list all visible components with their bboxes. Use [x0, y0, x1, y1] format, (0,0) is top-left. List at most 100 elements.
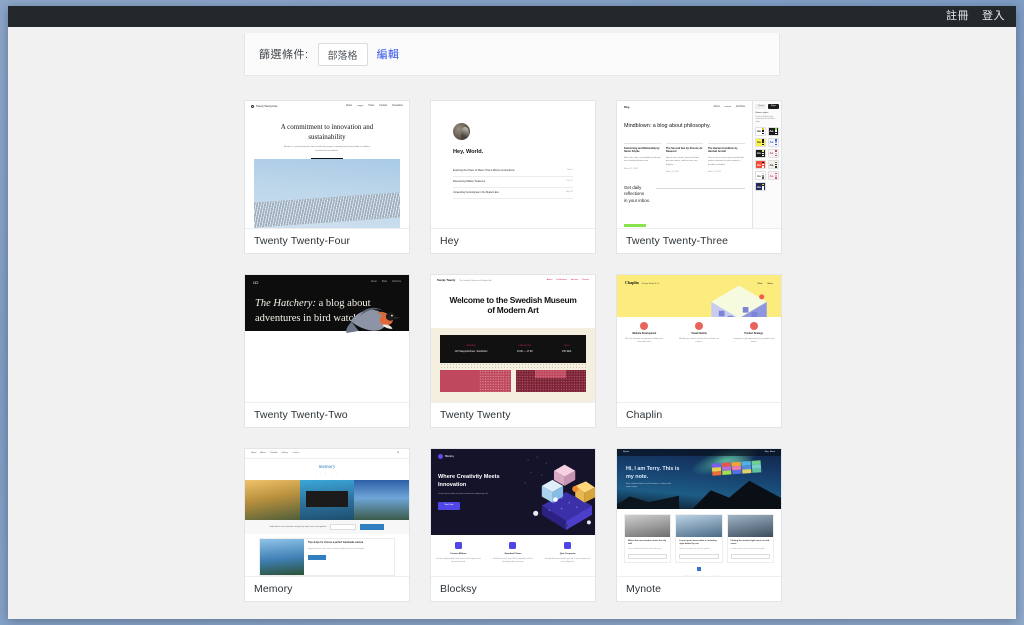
preview-social-icons: • • • • •: [315, 473, 339, 476]
style-variations-panel: Theme Styles Browse styles Choose a diff…: [751, 101, 781, 228]
filter-edit-link[interactable]: 編輯: [377, 46, 400, 62]
theme-thumbnail[interactable]: Twenty Twenty The Swedish Museum of Moder…: [431, 275, 595, 402]
filter-chip-blog[interactable]: 部落格: [317, 42, 368, 66]
preview-nav-links: About Pages Posts Contact Newsletter: [345, 105, 403, 108]
preview-chaplin: Chaplin Design Studio & Co. Work Menu We…: [617, 275, 781, 351]
panel-title: Browse styles: [755, 111, 769, 114]
preview-body: Nunc vulputate libero et velit interdum,…: [626, 483, 671, 489]
list-item: Fashioning and Rationality by Søren Krip…: [624, 142, 661, 174]
preview-blocksy: Blocksy HomeAbout TeamBlog Where Creativ…: [431, 449, 595, 576]
bird-illustration: [346, 307, 401, 333]
style-swatch[interactable]: Aa: [755, 171, 766, 181]
list-item: Visual Identity Whether you need a new br…: [677, 321, 721, 351]
preview-post-card: Tips & tips for choose a perfect handmad…: [259, 538, 395, 576]
preview-twenty-twenty-two: CO About Birds All Posts The Hatchery: a …: [245, 275, 409, 333]
preview-subscribe-button: [360, 524, 385, 531]
preview-hey: Hey, World. Exploring the Power of Music…: [431, 101, 595, 228]
style-swatch[interactable]: Aa: [768, 126, 779, 136]
preview-nav-links: About Books All Posts: [713, 106, 745, 109]
page-viewport[interactable]: 篩選條件: 部落格 編輯 Twenty Twenty-Four About Pa…: [8, 27, 1016, 619]
preview-nav-links: Home About Portfolio Gallery Contact: [251, 452, 300, 454]
style-swatch[interactable]: Aa: [755, 182, 766, 192]
theme-title: Twenty Twenty: [431, 402, 595, 427]
theme-card-twenty-twenty-two[interactable]: CO About Birds All Posts The Hatchery: a …: [244, 274, 410, 428]
panel-tab-theme: Theme: [755, 104, 767, 109]
divider: [656, 187, 745, 189]
preview-mynote: Mynote Blog About Hi, I am Terry. This i…: [617, 449, 781, 576]
list-item: Product Strategy Creating the right appro…: [732, 321, 776, 351]
preview-hero: Blocksy HomeAbout TeamBlog Where Creativ…: [431, 449, 595, 535]
theme-thumbnail[interactable]: Mynote Blog About Hi, I am Terry. This i…: [617, 449, 781, 576]
theme-card-chaplin[interactable]: Chaplin Design Studio & Co. Work Menu We…: [616, 274, 782, 428]
preview-feature-row: Custom Ribbon It is two multiple platform…: [431, 535, 595, 564]
theme-thumbnail[interactable]: CO About Birds All Posts The Hatchery: a …: [245, 275, 409, 402]
list-item: The Human Condition by Hannah Arendt Cra…: [707, 142, 745, 174]
theme-grid: Twenty Twenty-Four About Pages Posts Conta…: [244, 100, 782, 619]
theme-title: Mynote: [617, 576, 781, 601]
preview-brand: Twenty Twenty-Four: [251, 105, 277, 109]
theme-card-twenty-twenty-four[interactable]: Twenty Twenty-Four About Pages Posts Conta…: [244, 100, 410, 254]
theme-showcase-page: 篩選條件: 部落格 編輯 Twenty Twenty-Four About Pa…: [8, 27, 1016, 619]
preview-heading: Mindblown: a blog about philosophy.: [624, 123, 711, 130]
list-item: The Second Sex by Simone de Beauvoir Nam…: [665, 142, 703, 174]
preview-cta-button: Start Now: [438, 501, 460, 510]
preview-accent-bar: [624, 224, 646, 227]
preview-body-band: ADDRESS 123 Skeppsholmen, Stockholm OPEN …: [431, 328, 595, 402]
list-item: Discovering Hidden Treasures Oct 17: [453, 177, 573, 188]
theme-thumbnail[interactable]: Home About Portfolio Gallery Contact ☰ mem…: [245, 449, 409, 576]
preview-post-columns: Fashioning and Rationality by Søren Krip…: [624, 142, 745, 174]
preview-nav: Mynote Blog About: [617, 449, 781, 456]
preview-nav: Twenty Twenty-Four About Pages Posts Conta…: [245, 101, 409, 112]
theme-thumbnail[interactable]: Chaplin Design Studio & Co. Work Menu We…: [617, 275, 781, 402]
preview-card-row: Where the most modern meets the city wal…: [617, 509, 781, 563]
theme-thumbnail[interactable]: Twenty Twenty-Four About Pages Posts Conta…: [245, 101, 409, 228]
login-link[interactable]: 登入: [982, 11, 1005, 22]
style-swatch[interactable]: Aa: [768, 137, 779, 147]
preview-dot-divider: [440, 363, 586, 370]
theme-card-hey[interactable]: Hey, World. Exploring the Power of Music…: [430, 100, 596, 254]
style-swatch[interactable]: Aa: [755, 137, 766, 147]
preview-subtext: Études is a pioneering firm that seamles…: [283, 146, 371, 152]
filter-bar: 篩選條件: 部落格 編輯: [244, 33, 780, 76]
style-swatch[interactable]: Aa: [755, 160, 766, 170]
preview-photo-strip: [245, 480, 409, 521]
preview-twenty-twenty: Twenty Twenty The Swedish Museum of Moder…: [431, 275, 595, 402]
list-item: Custom Ribbon It is two multiple platform…: [435, 542, 481, 564]
preview-info-box: ADDRESS 123 Skeppsholmen, Stockholm OPEN …: [440, 335, 586, 363]
style-swatch[interactable]: Aa: [755, 148, 766, 158]
preview-memory: Home About Portfolio Gallery Contact ☰ mem…: [245, 449, 409, 576]
preview-nav: Home About Portfolio Gallery Contact ☰: [245, 449, 409, 459]
preview-newsletter-cta: Get daily reflections in your inbox.: [624, 185, 745, 204]
style-swatch[interactable]: Aa: [768, 171, 779, 181]
avatar: [453, 123, 470, 140]
theme-card-twenty-twenty-three[interactable]: Blog About Books All Posts Mindblown: a b…: [616, 100, 782, 254]
theme-card-mynote[interactable]: Mynote Blog About Hi, I am Terry. This i…: [616, 448, 782, 602]
theme-title: Hey: [431, 228, 595, 253]
style-swatch[interactable]: Aa: [768, 148, 779, 158]
style-swatch[interactable]: Aa: [755, 126, 766, 136]
register-link[interactable]: 註冊: [946, 11, 969, 22]
preview-nav-links: About Exhibitions Archive Events: [546, 279, 589, 282]
theme-thumbnail[interactable]: Hey, World. Exploring the Power of Music…: [431, 101, 595, 228]
list-item: Quiz Corporate Easily build and customize…: [545, 542, 591, 564]
style-swatch[interactable]: Aa: [768, 160, 779, 170]
preview-logo: memory: [318, 464, 336, 470]
list-item: Where the most modern meets the city wal…: [624, 514, 672, 563]
theme-title: Twenty Twenty-Two: [245, 402, 409, 427]
theme-card-memory[interactable]: Home About Portfolio Gallery Contact ☰ mem…: [244, 448, 410, 602]
preview-heading: Welcome to the Swedish Museum of Modern …: [449, 294, 577, 315]
theme-card-twenty-twenty[interactable]: Twenty Twenty The Swedish Museum of Moder…: [430, 274, 596, 428]
browser-window: 註冊 登入 篩選條件: 部落格 編輯 Twenty Twenty-Four Ab…: [8, 6, 1016, 619]
preview-heading: A commitment to innovation and sustainab…: [280, 123, 374, 141]
list-item: Standard Charm Built from scratch to be 1…: [490, 542, 536, 564]
preview-heading: Hey, World.: [453, 149, 484, 155]
panel-description: Choose a different style combination for…: [755, 115, 775, 123]
theme-thumbnail[interactable]: Blog About Books All Posts Mindblown: a b…: [617, 101, 781, 228]
theme-thumbnail[interactable]: Blocksy HomeAbout TeamBlog Where Creativ…: [431, 449, 595, 576]
filter-label: 篩選條件:: [259, 49, 309, 61]
preview-image-pair: [440, 370, 586, 392]
preview-nav-links: About Birds All Posts: [370, 281, 401, 284]
list-item: Lorem ipsum lorem dolor is including sig…: [675, 514, 723, 563]
theme-card-blocksy[interactable]: Blocksy HomeAbout TeamBlog Where Creativ…: [430, 448, 596, 602]
preview-heading: Hi, I am Terry. This is my note.: [626, 466, 680, 481]
